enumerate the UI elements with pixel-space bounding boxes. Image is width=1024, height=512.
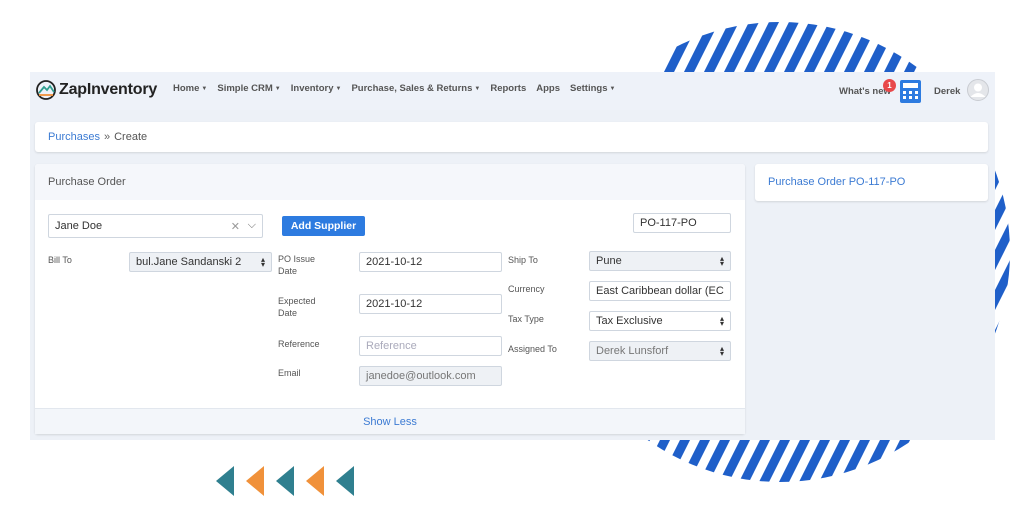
select-arrows-icon: ▴ ▾	[260, 255, 265, 269]
expected-date-input[interactable]: 2021-10-12	[359, 294, 502, 314]
nav-simple-crm[interactable]: Simple CRM ▼	[217, 83, 280, 94]
breadcrumb: Purchases» Create	[35, 122, 988, 152]
po-number-input[interactable]: PO-117-PO	[633, 213, 731, 233]
bill-to-value: bul.Jane Sandanski 2	[136, 256, 242, 268]
assigned-to-label: Assigned To	[508, 344, 557, 354]
select-arrows-icon: ▴ ▾	[719, 314, 724, 328]
ship-to-value: Pune	[596, 255, 622, 267]
email-input[interactable]: janedoe@outlook.com	[359, 366, 502, 386]
select-arrows-icon: ▴ ▾	[719, 254, 724, 268]
expected-date-label: Expected Date	[278, 296, 316, 318]
ship-to-label: Ship To	[508, 255, 538, 265]
currency-label: Currency	[508, 284, 545, 294]
brand-logo-icon	[36, 80, 56, 100]
caret-down-icon: ▼	[335, 86, 342, 92]
caret-down-icon: ▼	[201, 86, 208, 92]
purchase-order-card: Purchase Order Jane Doe ✕ ⌵ Add Supplier…	[35, 164, 745, 434]
add-supplier-button[interactable]: Add Supplier	[282, 216, 365, 236]
ship-to-select[interactable]: Pune ▴ ▾	[589, 251, 731, 271]
side-card-title: Purchase Order PO-117-PO	[755, 164, 988, 201]
tax-type-label: Tax Type	[508, 314, 544, 324]
nav-apps[interactable]: Apps▼	[536, 83, 560, 94]
caret-down-icon: ▼	[474, 86, 481, 92]
brand-name: ZapInventory	[59, 81, 158, 98]
breadcrumb-current: Create	[114, 131, 148, 143]
assigned-to-value: Derek Lunsforf	[596, 345, 669, 357]
notification-badge: 1	[883, 79, 896, 92]
po-issue-date-label: PO Issue Date	[278, 254, 316, 276]
reference-label: Reference	[278, 339, 320, 349]
nav-reports[interactable]: Reports▼	[490, 83, 526, 94]
chevron-down-icon[interactable]: ⌵	[248, 219, 256, 232]
breadcrumb-separator: »	[103, 131, 111, 143]
app-window: ZapInventory Home ▼ Simple CRM ▼ Inventory…	[30, 72, 995, 440]
reference-input[interactable]: Reference	[359, 336, 502, 356]
main-menu: Home ▼ Simple CRM ▼ Inventory ▼ Purchase, S…	[173, 83, 625, 94]
user-name[interactable]: Derek	[934, 86, 960, 97]
top-navbar: ZapInventory Home ▼ Simple CRM ▼ Inventory…	[30, 72, 995, 110]
nav-settings[interactable]: Settings ▼	[570, 83, 615, 94]
nav-inventory[interactable]: Inventory ▼	[291, 83, 342, 94]
tax-type-select[interactable]: Tax Exclusive ▴ ▾	[589, 311, 731, 331]
assigned-to-select[interactable]: Derek Lunsforf ▴ ▾	[589, 341, 731, 361]
currency-select[interactable]: East Caribbean dollar (EC	[589, 281, 731, 301]
bill-to-label: Bill To	[48, 255, 72, 265]
po-issue-date-input[interactable]: 2021-10-12	[359, 252, 502, 272]
select-arrows-icon: ▴ ▾	[719, 344, 724, 358]
supplier-value: Jane Doe	[55, 220, 103, 232]
caret-down-icon: ▼	[274, 86, 281, 92]
nav-home[interactable]: Home ▼	[173, 83, 207, 94]
avatar-icon[interactable]	[967, 79, 989, 101]
calculator-icon[interactable]	[900, 80, 921, 103]
clear-icon[interactable]: ✕	[231, 220, 240, 233]
show-less-link[interactable]: Show Less	[35, 408, 745, 434]
supplier-select[interactable]: Jane Doe ✕ ⌵	[48, 214, 263, 238]
decorative-arrows	[216, 466, 354, 496]
card-title: Purchase Order	[35, 164, 745, 200]
reference-placeholder: Reference	[366, 340, 417, 352]
brand[interactable]: ZapInventory	[35, 79, 157, 101]
tax-type-value: Tax Exclusive	[596, 315, 663, 327]
nav-purchase-sales-returns[interactable]: Purchase, Sales & Returns ▼	[351, 83, 480, 94]
caret-down-icon: ▼	[609, 86, 616, 92]
bill-to-select[interactable]: bul.Jane Sandanski 2 ▴ ▾	[129, 252, 272, 272]
email-label: Email	[278, 368, 301, 378]
breadcrumb-purchases[interactable]: Purchases	[48, 131, 100, 143]
